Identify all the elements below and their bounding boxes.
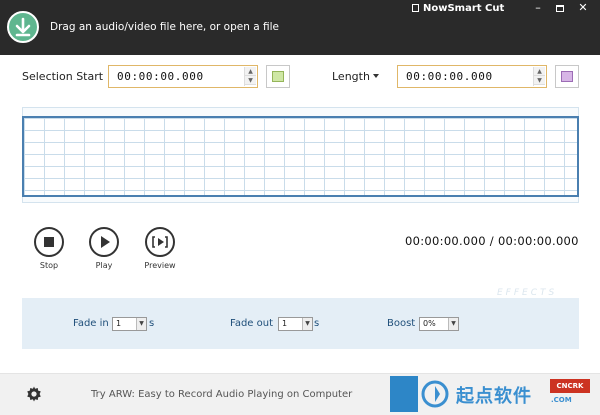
spin-up-icon[interactable]: ▲	[534, 67, 545, 76]
watermark-text: 起点软件	[456, 386, 532, 407]
chevron-down-icon[interactable]: ▼	[302, 318, 312, 330]
promo-link[interactable]: Try ARW: Easy to Record Audio Playing on…	[91, 389, 352, 400]
selection-start-label: Selection Start	[22, 70, 104, 83]
preview-icon	[152, 236, 168, 248]
length-value: 00:00:00.000	[406, 70, 493, 83]
selection-start-field[interactable]: 00:00:00.000 ▲ ▼	[108, 65, 258, 88]
maximize-button[interactable]	[549, 0, 571, 16]
play-label: Play	[95, 261, 113, 270]
chevron-down-icon[interactable]: ▼	[136, 318, 146, 330]
spin-down-icon[interactable]: ▼	[534, 76, 545, 85]
watermark-logo-icon	[421, 380, 449, 408]
drop-hint-text: Drag an audio/video file here, or open a…	[50, 21, 279, 33]
gear-icon[interactable]	[25, 385, 43, 403]
chevron-down-icon[interactable]	[373, 74, 379, 78]
fade-out-unit: s	[314, 318, 320, 329]
spin-up-icon[interactable]: ▲	[245, 67, 256, 76]
length-spinner[interactable]: ▲ ▼	[533, 67, 545, 86]
watermark-blue-block	[390, 376, 418, 412]
boost-label: Boost	[387, 318, 416, 329]
waveform-grid[interactable]	[22, 116, 579, 197]
fade-in-label: Fade in	[73, 318, 109, 329]
fade-out-label: Fade out	[230, 318, 274, 329]
watermark: 起点软件 CNCRK .COM	[390, 376, 600, 415]
spin-down-icon[interactable]: ▼	[245, 76, 256, 85]
selection-start-value: 00:00:00.000	[117, 70, 204, 83]
effects-title: EFFECTS	[497, 288, 558, 298]
selection-start-color-button[interactable]	[266, 65, 290, 88]
preview-label: Preview	[144, 261, 176, 270]
play-button[interactable]	[89, 227, 119, 257]
fade-in-select[interactable]: 1 ▼	[112, 317, 147, 331]
minimize-button[interactable]: –	[527, 0, 549, 16]
window-title: NowSmart Cut	[423, 3, 505, 14]
time-display: 00:00:00.000 / 00:00:00.000	[405, 234, 579, 248]
fade-in-value: 1	[116, 319, 122, 328]
length-color-button[interactable]	[555, 65, 579, 88]
length-field[interactable]: 00:00:00.000 ▲ ▼	[397, 65, 547, 88]
preview-button[interactable]	[145, 227, 175, 257]
close-button[interactable]: ✕	[572, 0, 594, 16]
maximize-icon	[556, 4, 564, 12]
fade-out-select[interactable]: 1 ▼	[278, 317, 313, 331]
fade-out-value: 1	[282, 319, 288, 328]
app-logo-icon	[412, 4, 419, 12]
stop-icon	[44, 237, 54, 247]
chevron-down-icon[interactable]: ▼	[448, 318, 458, 330]
boost-select[interactable]: 0% ▼	[419, 317, 459, 331]
selection-start-spinner[interactable]: ▲ ▼	[244, 67, 256, 86]
stop-button[interactable]	[34, 227, 64, 257]
open-file-button[interactable]	[7, 11, 39, 43]
green-swatch	[272, 71, 284, 82]
boost-value: 0%	[423, 319, 436, 328]
play-icon	[101, 236, 110, 248]
fade-in-unit: s	[149, 318, 155, 329]
download-arrow-icon	[15, 17, 31, 37]
length-dropdown-label[interactable]: Length	[332, 70, 370, 83]
stop-label: Stop	[39, 261, 59, 270]
watermark-badge: CNCRK	[550, 379, 590, 393]
watermark-domain: .COM	[551, 396, 572, 404]
purple-swatch	[561, 71, 573, 82]
